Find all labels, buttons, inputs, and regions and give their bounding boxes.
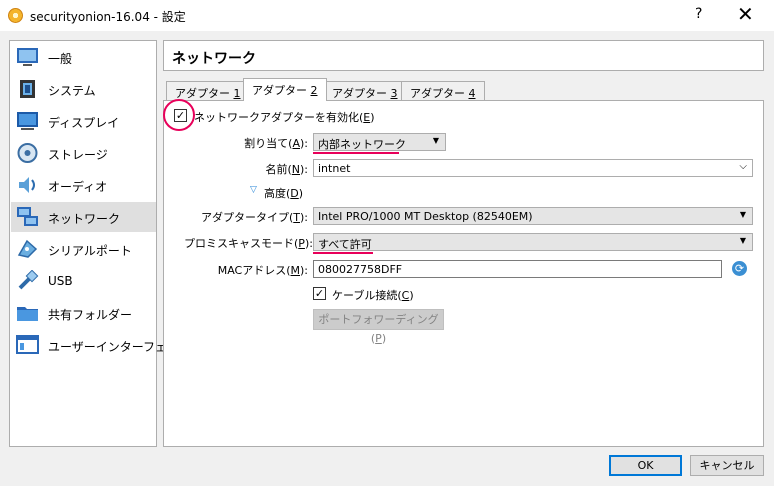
sidebar-item-serial-port[interactable]: シリアルポート [11,234,156,264]
sidebar-item-label: 共有フォルダー [48,308,133,322]
sidebar-item-label: ストレージ [48,148,108,162]
name-label: 名前(N): [265,163,308,176]
audio-icon [19,177,35,193]
sidebar-item-label: システム [48,84,96,98]
dropdown-arrow-icon: ▼ [432,136,439,145]
sidebar-item-general[interactable]: 一般 [11,42,156,72]
sidebar-item-usb[interactable]: USB [11,266,156,296]
adapter-tab-page: ✓ ネットワークアダプターを有効化(E) 割り当て(A): 内部ネットワーク ▼… [163,99,764,447]
sidebar-item-label: ディスプレイ [48,116,120,130]
cable-connected-label: ケーブル接続(C) [332,289,414,302]
ok-button[interactable]: OK [609,455,682,476]
settings-sidebar: 一般 システム ディスプレイ ストレージ オーディオ ネットワーク シリアルポー… [9,40,190,447]
dropdown-arrow-icon: ▼ [739,210,746,219]
sidebar-item-network[interactable]: ネットワーク [11,202,156,232]
tab-adapter-3[interactable]: アダプター 3 [323,81,407,100]
highlight-underline [313,152,399,154]
attached-to-select[interactable]: 内部ネットワーク ▼ [313,133,446,151]
advanced-toggle[interactable]: 高度(D) [264,185,303,201]
highlight-underline [313,252,373,254]
cancel-button[interactable]: キャンセル [690,455,764,476]
expand-triangle-icon[interactable]: ▽ [250,185,257,195]
sidebar-item-storage[interactable]: ストレージ [11,138,156,168]
sidebar-item-label: ネットワーク [48,212,121,226]
sidebar-item-label: USB [48,274,73,288]
sidebar-item-label: シリアルポート [48,244,132,258]
sidebar-item-label: 一般 [48,52,73,66]
sidebar-item-system[interactable]: システム [11,74,156,104]
enable-adapter-label: ネットワークアダプターを有効化(E) [194,111,375,124]
sidebar-item-label: オーディオ [48,180,108,194]
page-header: ネットワーク [163,40,764,71]
mac-address-label: MACアドレス(M): [217,264,308,277]
cable-connected-checkbox[interactable]: ✓ [313,287,326,300]
sidebar-item-audio[interactable]: オーディオ [11,170,156,200]
promiscuous-mode-label: プロミスキャスモード(P): [184,237,313,250]
port-forwarding-button[interactable]: ポートフォワーディング(P) [313,309,444,345]
close-button[interactable]: ✕ [737,2,754,26]
tab-adapter-1[interactable]: アダプター 1 [166,81,250,100]
general-icon [17,48,38,66]
chevron-down-icon[interactable]: ⌵ [739,161,747,172]
dropdown-arrow-icon: ▼ [739,236,746,245]
shared-folder-icon [17,307,38,321]
network-icon [17,207,38,226]
mac-address-input[interactable]: 080027758DFF [313,260,722,278]
serial-port-icon [17,239,38,258]
tab-adapter-2[interactable]: アダプター 2 [243,78,327,101]
highlight-circle [163,99,195,131]
title-bar: securityonion-16.04 - 設定 ? ✕ [0,0,774,31]
help-button[interactable]: ? [695,6,702,22]
user-interface-icon [16,335,39,354]
settings-main-panel: ネットワーク アダプター 1 アダプター 2 アダプター 3 アダプター 4 ✓… [163,40,764,447]
virtualbox-app-icon [8,8,23,23]
usb-icon [18,270,39,290]
sidebar-item-display[interactable]: ディスプレイ [11,106,156,136]
adapter-type-select[interactable]: Intel PRO/1000 MT Desktop (82540EM) ▼ [313,207,753,225]
refresh-mac-icon[interactable]: ⟳ [732,261,747,276]
window-title: securityonion-16.04 - 設定 [30,10,186,24]
promiscuous-mode-select[interactable]: すべて許可 ▼ [313,233,753,251]
storage-icon [17,143,38,163]
tab-adapter-4[interactable]: アダプター 4 [401,81,485,100]
name-combobox[interactable]: intnet ⌵ [313,159,753,177]
attached-to-label: 割り当て(A): [244,137,308,150]
system-icon [20,80,35,98]
page-title: ネットワーク [172,51,256,67]
adapter-type-label: アダプタータイプ(T): [200,211,308,224]
sidebar-item-user-interface[interactable]: ユーザーインターフェース [11,330,190,360]
sidebar-item-shared-folder[interactable]: 共有フォルダー [11,298,156,328]
display-icon [17,112,38,130]
